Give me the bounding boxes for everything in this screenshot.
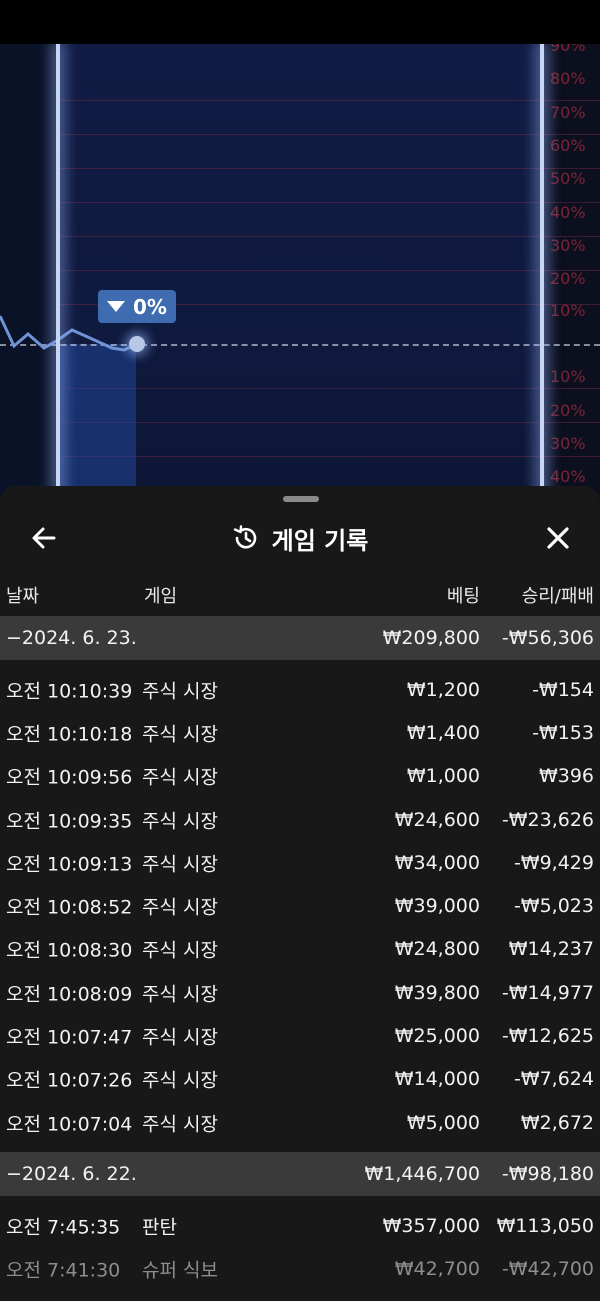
- axis-label: 40%: [550, 203, 586, 222]
- change-indicator: 0%: [98, 290, 176, 323]
- status-bar: [0, 0, 600, 44]
- date-group-header[interactable]: −2024. 6. 22. ₩1,446,700 -₩98,180: [0, 1152, 600, 1197]
- history-row: 오전 10:08:30 주식 시장 ₩24,800 ₩14,237: [6, 938, 594, 962]
- history-row: 오전 10:09:35 주식 시장 ₩24,600 -₩23,626: [6, 808, 594, 833]
- axis-label: 10%: [550, 301, 586, 320]
- sheet-title: 게임 기록: [271, 526, 369, 555]
- axis-label: 60%: [550, 136, 586, 155]
- axis-label: 40%: [550, 467, 586, 486]
- history-row: 오전 10:08:09 주식 시장 ₩39,800 -₩14,977: [6, 981, 594, 1006]
- history-row: 오전 10:10:18 주식 시장 ₩1,400 -₩153: [6, 721, 594, 746]
- axis-label: 90%: [550, 44, 586, 55]
- range-start-line: [56, 44, 60, 504]
- close-icon: [547, 527, 569, 549]
- axis-label: 80%: [550, 69, 586, 88]
- history-list: −2024. 6. 23. ₩209,800 -₩56,306 오전 10:10…: [0, 616, 600, 1291]
- history-row: 오전 10:09:56 주식 시장 ₩1,000 ₩396: [6, 765, 594, 789]
- history-row: 오전 10:08:52 주식 시장 ₩39,000 -₩5,023: [6, 895, 594, 919]
- history-row: 오전 10:10:39 주식 시장 ₩1,200 -₩154: [6, 678, 594, 703]
- history-row: 오전 7:45:35 판탄 ₩357,000 ₩113,050: [6, 1214, 594, 1239]
- column-bet: 베팅: [446, 586, 480, 607]
- axis-label: 70%: [550, 103, 586, 122]
- axis-label: 30%: [550, 236, 586, 255]
- history-row: 오전 10:07:04 주식 시장 ₩5,000 ₩2,672: [6, 1111, 594, 1136]
- column-game: 게임: [144, 586, 178, 607]
- current-point: [129, 336, 145, 352]
- column-headers: 날짜 게임 베팅 승리/패배: [0, 582, 600, 610]
- history-icon: [233, 525, 256, 549]
- history-row: 오전 10:07:47 주식 시장 ₩25,000 -₩12,625: [6, 1025, 594, 1049]
- axis-label: 50%: [550, 169, 586, 188]
- axis-label: 10%: [550, 367, 586, 386]
- game-chart: 90% 80% 70% 60% 50% 40% 30% 20% 10% 10% …: [0, 44, 600, 504]
- date-group-header[interactable]: −2024. 6. 23. ₩209,800 -₩56,306: [0, 616, 600, 660]
- game-history-sheet: 게임 기록 날짜 게임 베팅 승리/패배 −2024. 6. 23. ₩209,…: [0, 486, 600, 1301]
- axis-label: 20%: [550, 401, 586, 420]
- history-row: 오전 10:09:13 주식 시장 ₩34,000 -₩9,429: [6, 851, 594, 876]
- sheet-handle[interactable]: [283, 496, 319, 502]
- column-winloss: 승리/패배: [521, 586, 594, 607]
- close-button[interactable]: [538, 518, 578, 558]
- range-end-line: [540, 44, 544, 504]
- axis-label: 20%: [550, 269, 586, 288]
- column-date: 날짜: [6, 586, 40, 607]
- down-arrow-icon: [107, 301, 126, 312]
- sheet-header: 게임 기록: [0, 508, 600, 568]
- history-row: 오전 10:07:26 주식 시장 ₩14,000 -₩7,624: [6, 1068, 594, 1092]
- history-row: 오전 7:41:30 슈퍼 식보 ₩42,700 -₩42,700: [6, 1258, 594, 1282]
- axis-label: 30%: [550, 434, 586, 453]
